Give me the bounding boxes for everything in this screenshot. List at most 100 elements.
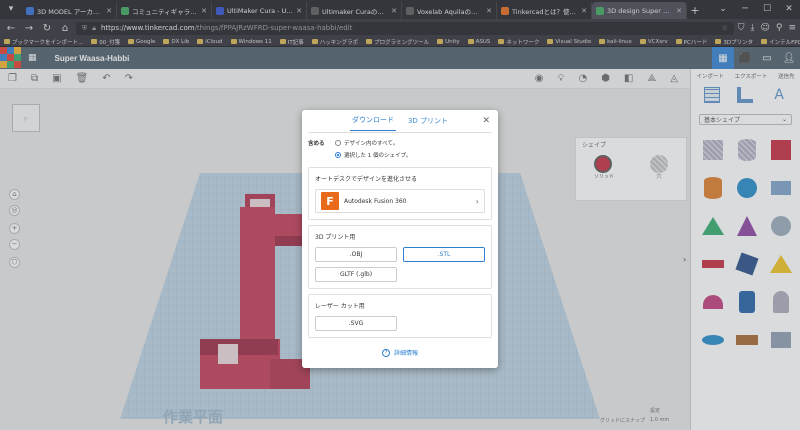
fit-view-icon[interactable]: ◎: [9, 205, 20, 216]
close-tab-icon[interactable]: ✕: [391, 7, 397, 15]
minimize-icon[interactable]: ─: [734, 0, 756, 19]
close-tab-icon[interactable]: ✕: [106, 7, 112, 15]
browser-tab[interactable]: コミュニティギャラリー: 実用・部品・工✕: [117, 2, 212, 19]
home-view-icon[interactable]: ⌂: [9, 189, 20, 200]
ruler-tool-icon[interactable]: [737, 87, 754, 103]
bookmark-star-icon[interactable]: ☆: [721, 24, 727, 32]
delete-icon[interactable]: 🗑︎: [76, 73, 89, 84]
group-icon[interactable]: ⬢: [601, 73, 610, 84]
3d-view-icon[interactable]: ▦: [712, 47, 734, 69]
align-icon[interactable]: ◧: [624, 73, 633, 84]
blocks-icon[interactable]: ⬛: [734, 47, 756, 69]
bookmark-item[interactable]: iCloud: [197, 39, 223, 45]
lock-icon[interactable]: 🔒︎: [92, 24, 96, 33]
address-bar[interactable]: ⛨ 🔒︎ https://www.tinkercad.com/things/fP…: [76, 21, 734, 35]
maximize-icon[interactable]: ☐: [756, 0, 778, 19]
bookmark-item[interactable]: インテルFPGA: [761, 38, 800, 46]
tab-download[interactable]: ダウンロード: [349, 113, 396, 131]
svg-button[interactable]: .SVG: [315, 316, 397, 331]
collapse-panel-icon[interactable]: ›: [683, 255, 686, 264]
shape-library-select[interactable]: 基本シェイプ ⌄: [699, 114, 792, 125]
undo-icon[interactable]: ↶: [102, 73, 110, 84]
tinkercad-logo[interactable]: [0, 47, 22, 69]
shape-tile[interactable]: [697, 287, 729, 317]
mirror-icon[interactable]: ⟁: [647, 73, 656, 84]
account-icon[interactable]: ☺: [760, 23, 769, 33]
tab-list-icon[interactable]: ▾: [0, 0, 22, 19]
browser-tab[interactable]: 3D MODEL アーカイブ - HOME|3D✕: [22, 2, 117, 19]
include-selected-radio[interactable]: 選択した 1 個のシェイプ。: [335, 151, 411, 159]
home-icon[interactable]: ⌂: [58, 23, 72, 34]
close-tab-icon[interactable]: ✕: [581, 7, 587, 15]
edit-grid-label[interactable]: 設定: [650, 407, 660, 414]
bookmark-item[interactable]: VCXsrv: [639, 39, 668, 45]
close-tab-icon[interactable]: ✕: [201, 7, 207, 15]
back-icon[interactable]: ←: [4, 23, 18, 34]
bookmark-item[interactable]: 00_付箋: [91, 38, 120, 46]
design-list-icon[interactable]: ▦: [28, 53, 37, 63]
shape-tile[interactable]: [765, 325, 797, 355]
shape-tile[interactable]: [731, 211, 763, 241]
note-tool-icon[interactable]: A: [771, 87, 787, 103]
shape-tile[interactable]: [697, 135, 729, 165]
import-tab[interactable]: インポート: [696, 72, 724, 80]
hole-swatch[interactable]: [649, 155, 668, 173]
shape-tile[interactable]: [697, 211, 729, 241]
close-tab-icon[interactable]: ✕: [296, 7, 302, 15]
solid-swatch[interactable]: [593, 155, 612, 173]
redo-icon[interactable]: ↷: [125, 73, 133, 84]
view-icon[interactable]: ◉: [535, 73, 544, 84]
tab-3d-print[interactable]: 3D プリント: [406, 114, 450, 131]
duplicate-icon[interactable]: ▣: [52, 73, 61, 84]
bookmark-item[interactable]: 3Dプリンタ: [715, 38, 753, 46]
grid-tool-icon[interactable]: [703, 87, 720, 103]
fusion-360-button[interactable]: F Autodesk Fusion 360 ›: [315, 189, 485, 213]
menu-icon[interactable]: ≡: [788, 23, 796, 33]
copy-icon[interactable]: ❐: [8, 73, 17, 84]
pocket-icon[interactable]: ⛉: [738, 23, 745, 33]
browser-tab[interactable]: Voxelab Aquilaのスペック・組立・✕: [402, 2, 497, 19]
forward-icon[interactable]: →: [22, 23, 36, 34]
bookmark-item[interactable]: Google: [128, 39, 155, 45]
include-all-radio[interactable]: デザイン内のすべて。: [335, 139, 411, 147]
bricks-icon[interactable]: ▭: [756, 47, 778, 69]
bookmark-item[interactable]: ネットワーク: [498, 38, 539, 46]
shape-tile[interactable]: [765, 287, 797, 317]
shape-tile[interactable]: [765, 249, 797, 279]
zoom-out-icon[interactable]: −: [9, 239, 20, 250]
bookmark-item[interactable]: Visual Studio: [547, 39, 591, 45]
bookmark-item[interactable]: PCハード: [675, 38, 707, 46]
extensions-icon[interactable]: ⚲: [776, 23, 783, 33]
bookmark-item[interactable]: IT記事: [279, 38, 304, 46]
light-icon[interactable]: 💡︎: [557, 73, 564, 84]
shape-tile[interactable]: [697, 173, 729, 203]
grid-snap-value[interactable]: 1.0 mm: [650, 417, 669, 423]
user-add-icon[interactable]: 👤︎: [778, 47, 800, 69]
new-tab-icon[interactable]: +: [687, 2, 703, 19]
bookmark-item[interactable]: Windows 11: [230, 39, 272, 45]
more-info-link[interactable]: ? 詳細情報: [302, 348, 498, 357]
bookmark-item[interactable]: Unity: [437, 39, 460, 45]
perspective-icon[interactable]: ⬡: [9, 257, 20, 268]
browser-tab-active[interactable]: 3D design Super Waasa-Habbi✕: [592, 2, 687, 19]
close-icon[interactable]: ✕: [482, 116, 490, 126]
gltf-button[interactable]: GLTF (.glb): [315, 267, 397, 282]
design-name[interactable]: Super Waasa-Habbi: [55, 54, 130, 63]
shape-tile[interactable]: [731, 325, 763, 355]
list-all-tabs-icon[interactable]: ⌄: [712, 0, 734, 19]
browser-tab[interactable]: Tinkercadとは？使い方やできこ✕: [497, 2, 592, 19]
bookmark-item[interactable]: プログラミングツール: [366, 38, 429, 46]
bookmark-item[interactable]: ブックマークをインポート...: [4, 38, 83, 46]
close-tab-icon[interactable]: ✕: [486, 7, 492, 15]
browser-tab[interactable]: UltiMaker Cura - UltiMaker✕: [212, 2, 307, 19]
download-icon[interactable]: ⤓: [750, 23, 754, 33]
radio-selected-icon[interactable]: [335, 152, 341, 158]
obj-button[interactable]: .OBJ: [315, 247, 397, 262]
bookmark-item[interactable]: ASUS: [467, 39, 490, 45]
shape-tile[interactable]: [765, 211, 797, 241]
reload-icon[interactable]: ↻: [40, 23, 54, 34]
bookmark-item[interactable]: DX Lib: [163, 39, 189, 45]
view-cube[interactable]: ▷: [12, 104, 40, 132]
close-window-icon[interactable]: ✕: [778, 0, 800, 19]
export-tab[interactable]: エクスポート: [735, 72, 768, 80]
